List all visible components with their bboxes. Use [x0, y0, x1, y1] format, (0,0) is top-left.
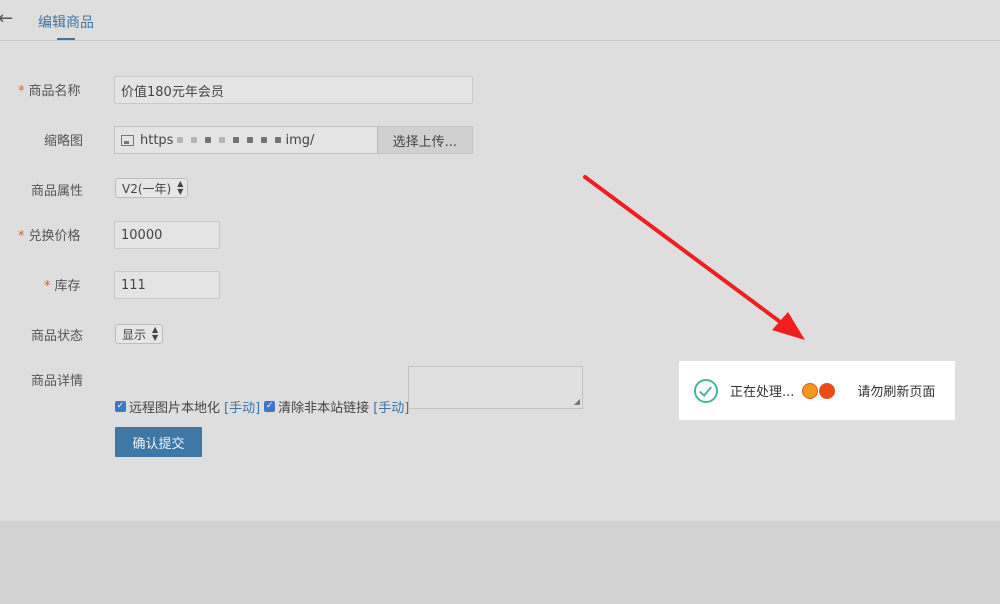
- check-circle-icon: [694, 378, 718, 403]
- loading-dot: [819, 382, 836, 399]
- refresh-hint-text: 请勿刷新页面: [857, 385, 936, 400]
- annotation-arrow-head: [772, 312, 805, 340]
- loading-dots-icon: [802, 382, 836, 399]
- annotation-arrow-line: [583, 175, 789, 329]
- processing-toast: 正在处理... 请勿刷新页面: [679, 361, 955, 420]
- annotation-arrow: [583, 175, 805, 340]
- processing-text: 正在处理...: [730, 385, 795, 400]
- loading-dot: [802, 382, 819, 399]
